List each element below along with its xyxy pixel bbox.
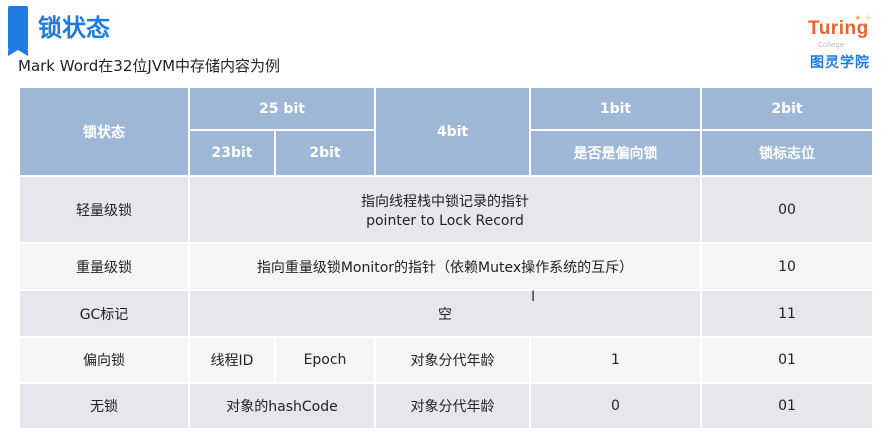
row-flag: 10 — [700, 242, 874, 291]
row-thread-id: 线程ID — [188, 336, 276, 384]
header-25bit: 25 bit — [188, 86, 376, 131]
table-row: 重量级锁 指向重量级锁Monitor的指针（依赖Mutex操作系统的互斥） 10 — [18, 242, 874, 291]
header-lock-state: 锁状态 — [18, 86, 190, 177]
row-content-line2: pointer to Lock Record — [366, 212, 524, 229]
row-flag: 01 — [700, 382, 874, 430]
row-state: 重量级锁 — [18, 242, 190, 291]
row-biased: 1 — [529, 336, 702, 384]
header-biased-flag: 是否是偏向锁 — [529, 129, 702, 177]
row-content-line1: 指向线程栈中锁记录的指针 — [361, 193, 529, 210]
header-2bit: 2bit — [700, 86, 874, 131]
row-age: 对象分代年龄 — [374, 336, 531, 384]
table-row: 轻量级锁 指向线程栈中锁记录的指针 pointer to Lock Record… — [18, 175, 874, 244]
row-content: 指向线程栈中锁记录的指针 pointer to Lock Record — [188, 175, 702, 244]
row-biased: 0 — [529, 382, 702, 430]
title-accent-bar — [8, 6, 28, 56]
row-epoch: Epoch — [274, 336, 376, 384]
row-hashcode: 对象的hashCode — [188, 382, 376, 430]
logo-name-cn: 图灵学院 — [810, 55, 870, 71]
row-age: 对象分代年龄 — [374, 382, 531, 430]
header-4bit: 4bit — [374, 86, 531, 177]
header-lock-flag: 锁标志位 — [700, 129, 874, 177]
row-state: 无锁 — [18, 382, 190, 430]
page-subtitle: Mark Word在32位JVM中存储内容为例 — [18, 57, 281, 75]
row-content: 空 — [188, 289, 702, 338]
row-state: GC标记 — [18, 289, 190, 338]
header-1bit: 1bit — [529, 86, 702, 131]
row-flag: 11 — [700, 289, 874, 338]
table-row: GC标记 空 11 — [18, 289, 874, 338]
turing-logo: ✦ ✧ Turing College 图灵学院 — [806, 14, 878, 74]
row-content: 指向重量级锁Monitor的指针（依赖Mutex操作系统的互斥） — [188, 242, 702, 291]
page-title: 锁状态 — [38, 14, 110, 42]
logo-brand: Turing — [808, 18, 869, 39]
row-flag: 01 — [700, 336, 874, 384]
header-sub-2bit: 2bit — [274, 129, 376, 177]
row-state: 轻量级锁 — [18, 175, 190, 244]
text-cursor-icon: I — [531, 289, 536, 305]
row-state: 偏向锁 — [18, 336, 190, 384]
table-row: 偏向锁 线程ID Epoch 对象分代年龄 1 01 — [18, 336, 874, 384]
mark-word-table: 锁状态 25 bit 4bit 1bit 2bit 23bit 2bit 是否是… — [18, 86, 874, 430]
row-flag: 00 — [700, 175, 874, 244]
header-23bit: 23bit — [188, 129, 276, 177]
table-row: 无锁 对象的hashCode 对象分代年龄 0 01 — [18, 382, 874, 430]
logo-tagline: College — [818, 41, 845, 49]
